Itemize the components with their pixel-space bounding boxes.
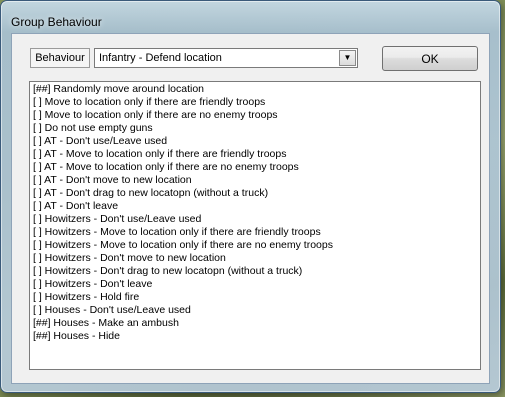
group-behaviour-dialog: Group Behaviour Behaviour Infantry - Def… xyxy=(0,0,501,393)
ok-button[interactable]: OK xyxy=(382,46,478,71)
list-item[interactable]: [##] Randomly move around location xyxy=(30,83,480,96)
behaviour-select[interactable]: Infantry - Defend location ▼ xyxy=(94,48,358,68)
list-item[interactable]: [ ] Howitzers - Move to location only if… xyxy=(30,239,480,252)
behaviour-label: Behaviour xyxy=(30,48,90,68)
list-item[interactable]: [ ] AT - Don't move to new location xyxy=(30,174,480,187)
list-item[interactable]: [##] Houses - Hide xyxy=(30,330,480,343)
list-item[interactable]: [ ] Howitzers - Don't move to new locati… xyxy=(30,252,480,265)
window-title: Group Behaviour xyxy=(11,15,102,29)
list-item[interactable]: [ ] AT - Don't use/Leave used xyxy=(30,135,480,148)
list-item[interactable]: [ ] Howitzers - Don't use/Leave used xyxy=(30,213,480,226)
list-item[interactable]: [ ] Howitzers - Hold fire xyxy=(30,291,480,304)
list-item[interactable]: [ ] Move to location only if there are n… xyxy=(30,109,480,122)
list-item[interactable]: [ ] Howitzers - Don't leave xyxy=(30,278,480,291)
behaviour-select-value: Infantry - Defend location xyxy=(99,52,222,64)
list-item[interactable]: [ ] Houses - Don't use/Leave used xyxy=(30,304,480,317)
list-item[interactable]: [ ] AT - Move to location only if there … xyxy=(30,148,480,161)
title-bar[interactable]: Group Behaviour xyxy=(1,1,500,31)
list-item[interactable]: [ ] Howitzers - Don't drag to new locato… xyxy=(30,265,480,278)
chevron-down-icon[interactable]: ▼ xyxy=(339,50,356,66)
behaviour-options-list[interactable]: [##] Randomly move around location [ ] M… xyxy=(29,81,481,370)
list-item[interactable]: [##] Houses - Make an ambush xyxy=(30,317,480,330)
list-item[interactable]: [ ] AT - Move to location only if there … xyxy=(30,161,480,174)
dialog-client-area: Behaviour Infantry - Defend location ▼ O… xyxy=(11,33,490,384)
list-item[interactable]: [ ] AT - Don't leave xyxy=(30,200,480,213)
list-item[interactable]: [ ] Do not use empty guns xyxy=(30,122,480,135)
list-item[interactable]: [ ] Howitzers - Move to location only if… xyxy=(30,226,480,239)
list-item[interactable]: [ ] AT - Don't drag to new locatopn (wit… xyxy=(30,187,480,200)
list-item[interactable]: [ ] Move to location only if there are f… xyxy=(30,96,480,109)
